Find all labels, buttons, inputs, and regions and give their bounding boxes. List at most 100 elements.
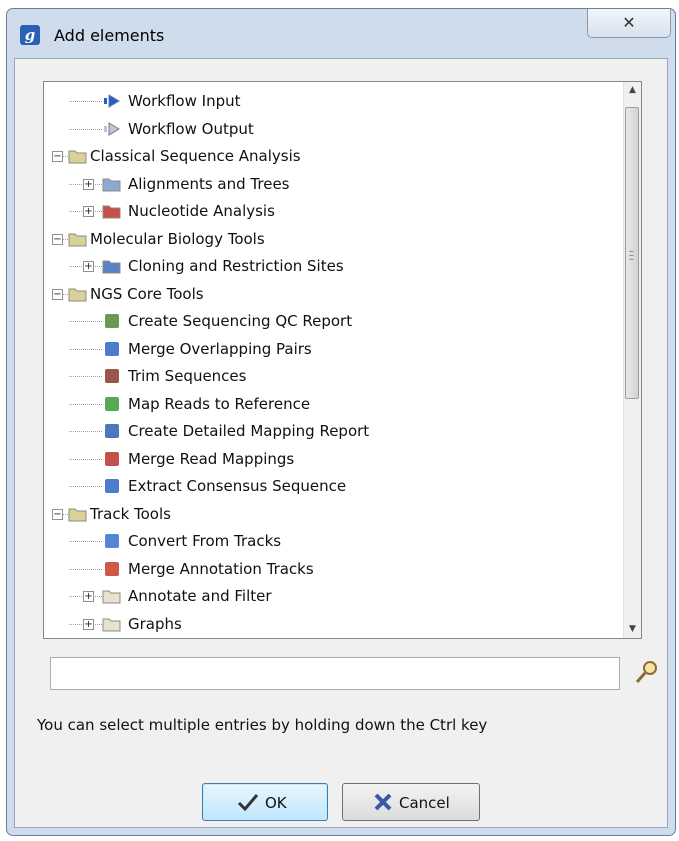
merge-annotation-icon <box>105 561 119 576</box>
collapse-icon[interactable]: − <box>52 288 63 300</box>
scroll-down-arrow-icon[interactable]: ▼ <box>624 621 641 638</box>
alignment-folder-icon <box>102 178 121 191</box>
cancel-button[interactable]: Cancel <box>342 783 480 821</box>
tree-connector <box>69 486 102 487</box>
search-icon[interactable] <box>632 659 660 687</box>
workflow-output-icon <box>104 121 120 136</box>
tree-item-label: Graphs <box>128 614 182 633</box>
tree-row[interactable]: Extract Consensus Sequence <box>44 473 624 501</box>
tree-item-label: Workflow Output <box>128 119 254 138</box>
collapse-icon[interactable]: − <box>52 151 63 162</box>
tree-connector <box>69 458 102 460</box>
cancel-label: Cancel <box>399 794 450 812</box>
tree-item-label: Workflow Input <box>128 92 241 110</box>
merge-mappings-icon <box>105 451 119 466</box>
tree-row[interactable]: Workflow Input <box>44 88 624 116</box>
cloning-folder-icon <box>102 260 121 274</box>
mapping-report-icon <box>105 424 119 438</box>
collapse-icon[interactable]: − <box>52 233 63 245</box>
tree-item-label: Cloning and Restriction Sites <box>128 257 344 275</box>
tree-row[interactable]: − Molecular Biology Tools <box>44 226 624 254</box>
scroll-up-arrow-icon[interactable]: ▲ <box>624 82 641 99</box>
merge-pairs-icon <box>105 341 119 356</box>
scroll-thumb[interactable]: – – – <box>625 107 639 399</box>
tree-row[interactable]: Convert From Tracks <box>44 528 624 556</box>
folder-ngs-icon <box>68 288 87 301</box>
dialog-title: Add elements <box>54 26 165 45</box>
title-bar: g Add elements ✕ <box>7 9 675 59</box>
tree-connector <box>69 321 102 322</box>
tree-rows: Workflow Input Workflow Output − Classical … <box>44 88 624 638</box>
hint-text: You can select multiple entries by holdi… <box>37 716 488 734</box>
tree-item-label: Molecular Biology Tools <box>90 229 265 248</box>
tree-item-label: NGS Core Tools <box>90 284 204 303</box>
tree-item-label: Create Detailed Mapping Report <box>128 422 370 440</box>
ok-label: OK <box>265 794 287 812</box>
qc-report-icon <box>105 314 119 328</box>
app-logo-icon: g <box>20 25 40 45</box>
ok-button[interactable]: OK <box>202 783 328 821</box>
tree-connector <box>69 403 102 405</box>
tree-row[interactable]: Create Detailed Mapping Report <box>44 418 624 446</box>
tree-item-label: Create Sequencing QC Report <box>128 312 353 330</box>
tree-row[interactable]: Merge Annotation Tracks <box>44 556 624 584</box>
filter-input[interactable] <box>50 657 620 690</box>
workflow-input-icon <box>104 94 120 108</box>
cancel-x-icon <box>374 793 392 811</box>
dialog-body: Workflow Input Workflow Output − Classical … <box>14 58 668 828</box>
folder-chart-icon <box>68 150 87 164</box>
tree-row[interactable]: + Cloning and Restriction Sites <box>44 253 624 281</box>
tree-connector <box>69 541 102 542</box>
folder-tools-icon <box>68 233 87 246</box>
tree-item-label: Extract Consensus Sequence <box>128 477 347 495</box>
close-button[interactable]: ✕ <box>587 9 671 38</box>
tree-row[interactable]: Map Reads to Reference <box>44 391 624 419</box>
tree-item-label: Classical Sequence Analysis <box>90 147 301 165</box>
tree-row[interactable]: + Alignments and Trees <box>44 171 624 199</box>
expand-icon[interactable]: + <box>83 261 94 272</box>
tree-row[interactable]: Trim Sequences <box>44 363 624 391</box>
tree-row[interactable]: − Track Tools <box>44 501 624 529</box>
map-reads-icon <box>105 396 119 411</box>
tree-row[interactable]: − Classical Sequence Analysis <box>44 143 624 171</box>
tree-scrollbar[interactable]: ▲ – – – ▼ <box>623 82 641 638</box>
tree-item-label: Merge Annotation Tracks <box>128 559 314 578</box>
expand-icon[interactable]: + <box>83 618 94 630</box>
tree-item-label: Trim Sequences <box>128 367 247 385</box>
tree-item-label: Map Reads to Reference <box>128 394 311 413</box>
tree-item-label: Merge Overlapping Pairs <box>128 339 312 358</box>
tree-row[interactable]: Merge Overlapping Pairs <box>44 336 624 364</box>
folder-track-icon <box>68 508 87 521</box>
collapse-icon[interactable]: − <box>52 508 63 520</box>
tree-connector <box>69 348 102 350</box>
tree-row[interactable]: − NGS Core Tools <box>44 281 624 309</box>
tree-connector <box>69 568 102 570</box>
tree-row[interactable]: + Graphs <box>44 611 624 639</box>
tree-connector <box>69 431 102 432</box>
expand-icon[interactable]: + <box>83 178 94 190</box>
nucleotide-folder-icon <box>102 205 121 219</box>
scissors-icon <box>105 369 119 383</box>
folder-icon <box>102 618 121 631</box>
tree-row[interactable]: Create Sequencing QC Report <box>44 308 624 336</box>
expand-icon[interactable]: + <box>83 591 94 602</box>
tree-row[interactable]: Workflow Output <box>44 116 624 144</box>
tree-row[interactable]: + Annotate and Filter <box>44 583 624 611</box>
tree-connector <box>69 101 102 102</box>
tool-tree[interactable]: Workflow Input Workflow Output − Classical … <box>43 81 642 639</box>
tree-row[interactable]: + Nucleotide Analysis <box>44 198 624 226</box>
grip-icon: – – – <box>629 246 634 265</box>
tree-connector <box>69 128 102 130</box>
tree-item-label: Merge Read Mappings <box>128 449 295 468</box>
folder-icon <box>102 590 121 604</box>
tree-item-label: Track Tools <box>90 504 171 523</box>
tree-item-label: Convert From Tracks <box>128 532 282 550</box>
checkmark-icon <box>237 794 259 811</box>
consensus-icon <box>105 479 119 493</box>
expand-icon[interactable]: + <box>83 206 94 217</box>
tree-connector <box>69 376 102 377</box>
tree-item-label: Alignments and Trees <box>128 174 290 193</box>
tree-item-label: Nucleotide Analysis <box>128 202 275 220</box>
convert-tracks-icon <box>105 534 119 548</box>
tree-row[interactable]: Merge Read Mappings <box>44 446 624 474</box>
